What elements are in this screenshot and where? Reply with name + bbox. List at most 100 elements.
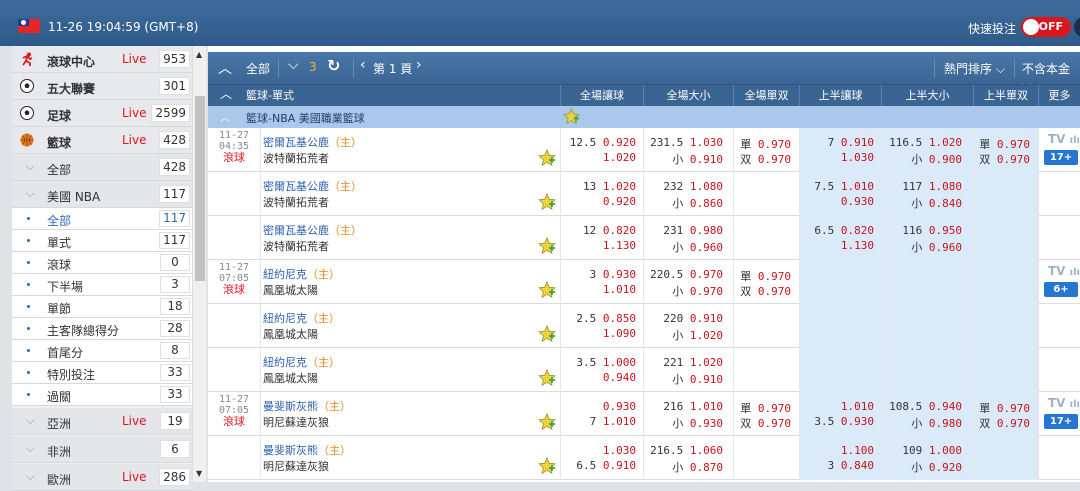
toolbar-extra-button[interactable] — [1074, 17, 1080, 37]
odds-button[interactable]: 1.020 — [603, 151, 636, 164]
odds-button[interactable]: 13 1.020 — [583, 180, 636, 193]
odds-button[interactable]: 1.010 — [841, 400, 874, 413]
favorite-star-icon[interactable] — [538, 457, 556, 475]
odds-button[interactable]: 2.5 0.850 — [576, 312, 636, 325]
odds-button[interactable]: 216 1.010 — [663, 400, 723, 413]
odds-button[interactable]: 小 0.920 — [911, 459, 962, 475]
odds-button[interactable]: 216.5 1.060 — [650, 444, 723, 457]
refresh-icon[interactable]: ↻ — [327, 56, 340, 75]
sidebar-subitem-single[interactable]: 單式 117 — [12, 230, 192, 252]
odds-button[interactable]: 6.5 0.820 — [814, 224, 874, 237]
scroll-up-icon[interactable]: ▲ — [196, 50, 202, 59]
odds-button[interactable]: 小 0.910 — [672, 371, 723, 387]
away-team[interactable]: 鳳凰城太陽 — [263, 326, 318, 342]
favorite-star-icon[interactable] — [538, 193, 556, 211]
odds-button[interactable]: 1.090 — [603, 327, 636, 340]
favorite-star-icon[interactable] — [538, 281, 556, 299]
favorite-star-icon[interactable] — [538, 325, 556, 343]
odds-button[interactable]: 双 0.970 — [979, 415, 1030, 431]
odds-button[interactable]: 3.5 1.000 — [576, 356, 636, 369]
odds-button[interactable]: 1.130 — [841, 239, 874, 252]
odds-button[interactable]: 單 0.970 — [740, 268, 791, 284]
odds-button[interactable]: 小 0.900 — [911, 151, 962, 167]
odds-button[interactable]: 單 0.970 — [979, 400, 1030, 416]
odds-button[interactable]: 12.5 0.920 — [570, 136, 636, 149]
odds-button[interactable]: 0.920 — [603, 195, 636, 208]
sidebar-subitem-special[interactable]: 特別投注 33 — [12, 362, 192, 384]
filter-all[interactable]: 全部 — [246, 60, 270, 77]
odds-button[interactable]: 232 1.080 — [663, 180, 723, 193]
favorite-star-icon[interactable] — [563, 108, 580, 125]
more-bets-button[interactable]: 17+ — [1044, 150, 1078, 165]
tv-icon[interactable]: TV ılı — [1048, 132, 1080, 146]
sidebar-item-asia[interactable]: ⌵ 亞洲 Live 19 — [12, 408, 192, 435]
odds-button[interactable]: 231.5 1.030 — [650, 136, 723, 149]
favorite-star-icon[interactable] — [538, 369, 556, 387]
odds-button[interactable]: 109 1.000 — [902, 444, 962, 457]
odds-button[interactable]: 108.5 0.940 — [889, 400, 962, 413]
league-bar[interactable]: ︿ 籃球-NBA 美國職業籃球 — [208, 106, 1080, 128]
odds-button[interactable]: 220 0.910 — [663, 312, 723, 325]
odds-button[interactable]: 0.940 — [603, 371, 636, 384]
odds-button[interactable]: 7.5 1.010 — [814, 180, 874, 193]
sidebar-item-all[interactable]: ⌵ 全部 428 — [12, 154, 192, 181]
odds-button[interactable]: 0.930 — [841, 195, 874, 208]
home-team[interactable]: 紐約尼克（主） — [263, 266, 340, 282]
home-team[interactable]: 曼斐斯灰熊（主） — [263, 442, 351, 458]
odds-button[interactable]: 小 0.970 — [672, 283, 723, 299]
sidebar-item-soccer[interactable]: 足球 Live 2599 — [12, 100, 192, 127]
home-team[interactable]: 密爾瓦基公鹿（主） — [263, 134, 362, 150]
odds-button[interactable]: 231 0.980 — [663, 224, 723, 237]
collapse-icon[interactable]: ︿ — [220, 85, 232, 102]
favorite-star-icon[interactable] — [538, 149, 556, 167]
collapse-icon[interactable]: ︿ — [220, 109, 230, 124]
odds-button[interactable]: 小 0.960 — [672, 239, 723, 255]
away-team[interactable]: 明尼蘇達灰狼 — [263, 458, 329, 474]
odds-button[interactable]: 7 1.010 — [590, 415, 636, 428]
sidebar-subitem-parlay[interactable]: 過關 33 — [12, 384, 192, 406]
sidebar-item-basketball[interactable]: 籃球 Live 428 — [12, 127, 192, 154]
prev-page-icon[interactable]: ‹ — [360, 57, 366, 73]
sidebar-subitem-quarter[interactable]: 單節 18 — [12, 296, 192, 318]
away-team[interactable]: 明尼蘇達灰狼 — [263, 414, 329, 430]
sort-dropdown[interactable]: 熱門排序 ⌵ — [944, 60, 1005, 77]
odds-button[interactable]: 0.930 — [603, 400, 636, 413]
odds-button[interactable]: 117 1.080 — [902, 180, 962, 193]
odds-button[interactable]: 1.030 — [603, 444, 636, 457]
odds-button[interactable]: 3 0.840 — [828, 459, 874, 472]
sidebar-subitem-second-half[interactable]: 下半場 3 — [12, 274, 192, 296]
odds-button[interactable]: 221 1.020 — [663, 356, 723, 369]
more-bets-button[interactable]: 17+ — [1044, 414, 1078, 429]
odds-button[interactable]: 單 0.970 — [979, 136, 1030, 152]
scrollbar-thumb[interactable] — [195, 96, 205, 281]
sidebar-item-nba[interactable]: ⌵ 美國 NBA 117 — [12, 181, 192, 208]
odds-button[interactable]: 單 0.970 — [740, 136, 791, 152]
odds-button[interactable]: 小 1.020 — [672, 327, 723, 343]
scroll-down-icon[interactable]: ▼ — [196, 469, 202, 478]
home-team[interactable]: 密爾瓦基公鹿（主） — [263, 222, 362, 238]
odds-button[interactable]: 小 0.910 — [672, 151, 723, 167]
away-team[interactable]: 波特蘭拓荒者 — [263, 238, 329, 254]
odds-button[interactable]: 双 0.970 — [979, 151, 1030, 167]
sidebar-item-africa[interactable]: ⌵ 非洲 6 — [12, 436, 192, 463]
sidebar-subitem-all[interactable]: 全部 117 — [12, 208, 192, 230]
sidebar-subitem-team-total[interactable]: 主客隊總得分 28 — [12, 318, 192, 340]
odds-button[interactable]: 双 0.970 — [740, 415, 791, 431]
odds-button[interactable]: 12 0.820 — [583, 224, 636, 237]
away-team[interactable]: 波特蘭拓荒者 — [263, 194, 329, 210]
sidebar-item-live-center[interactable]: 滾球中心 Live 953 — [12, 46, 192, 73]
odds-button[interactable]: 小 0.870 — [672, 459, 723, 475]
odds-button[interactable]: 3.5 0.930 — [814, 415, 874, 428]
sidebar-item-top-leagues[interactable]: 五大聯賽 301 — [12, 73, 192, 100]
odds-button[interactable]: 小 0.980 — [911, 415, 962, 431]
away-team[interactable]: 波特蘭拓荒者 — [263, 150, 329, 166]
sidebar-scrollbar[interactable]: ▲ ▼ — [192, 46, 206, 482]
home-team[interactable]: 紐約尼克（主） — [263, 354, 340, 370]
home-team[interactable]: 紐約尼克（主） — [263, 310, 340, 326]
quick-bet-toggle[interactable]: OFF — [1021, 17, 1071, 37]
tv-icon[interactable]: TV ılı — [1048, 264, 1080, 278]
sidebar-item-europe[interactable]: ⌵ 歐洲 Live 286 — [12, 464, 192, 491]
odds-button[interactable]: 小 0.960 — [911, 239, 962, 255]
odds-button[interactable]: 小 0.860 — [672, 195, 723, 211]
odds-button[interactable]: 單 0.970 — [740, 400, 791, 416]
